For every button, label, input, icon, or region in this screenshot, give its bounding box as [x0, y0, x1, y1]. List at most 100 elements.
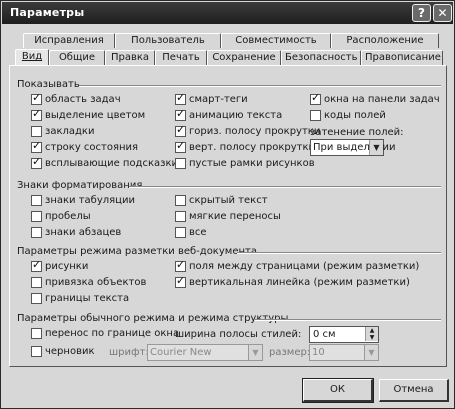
- checkbox-vertical-scrollbar[interactable]: ✓ верт. полосу прокрутки: [175, 140, 316, 155]
- title-bar: Параметры ? ✕: [2, 2, 453, 24]
- tab-location[interactable]: Расположение: [331, 33, 439, 48]
- checkbox-box: ✓: [31, 258, 42, 272]
- tab-spelling[interactable]: Правописание: [361, 50, 443, 65]
- style-area-width-value: 0 см: [313, 329, 336, 340]
- checkbox-label: границы текста: [45, 293, 130, 304]
- checkbox-label: смарт-теги: [189, 94, 248, 105]
- tab-corrections[interactable]: Исправления: [23, 33, 115, 48]
- checkbox-label: закладки: [45, 126, 95, 137]
- check-icon: ✓: [176, 258, 186, 271]
- checkbox-label: коды полей: [324, 110, 386, 121]
- checkbox-vertical-ruler[interactable]: ✓ вертикальная линейка (режим разметки): [175, 275, 410, 290]
- checkbox-draft-font[interactable]: черновик: [31, 346, 95, 359]
- checkbox-hidden-text[interactable]: скрытый текст: [175, 195, 268, 208]
- checkbox-box: ✓: [175, 123, 186, 137]
- tab-print[interactable]: Печать: [155, 50, 207, 65]
- checkbox-tab-characters[interactable]: знаки табуляции: [31, 195, 135, 208]
- tab-compatibility[interactable]: Совместимость: [221, 33, 331, 48]
- checkbox-tooltips[interactable]: ✓ всплывающие подсказки: [31, 155, 178, 171]
- window-title: Параметры: [10, 6, 85, 19]
- check-icon: ✓: [32, 139, 42, 152]
- check-icon: ✓: [32, 155, 42, 168]
- cancel-button[interactable]: Отмена: [379, 379, 449, 402]
- checkbox-box: [310, 110, 321, 121]
- size-select[interactable]: 10 ▼: [309, 344, 379, 361]
- checkbox-label: гориз. полосу прокрутки: [189, 126, 321, 137]
- checkbox-box: [31, 211, 42, 222]
- tab-security[interactable]: Безопасность: [281, 50, 361, 65]
- help-button[interactable]: ?: [412, 4, 431, 22]
- checkbox-label: пустые рамки рисунков: [189, 158, 315, 169]
- checkbox-box: [31, 328, 42, 339]
- checkbox-spaces[interactable]: пробелы: [31, 211, 91, 224]
- checkbox-label: скрытый текст: [189, 195, 268, 206]
- tab-edit[interactable]: Правка: [105, 50, 155, 65]
- chevron-down-icon[interactable]: ▼: [369, 140, 383, 155]
- font-value: Courier New: [150, 347, 212, 358]
- checkbox-label: выделение цветом: [45, 110, 146, 121]
- layout-group-title: Параметры режима разметки веб-документа: [17, 246, 257, 257]
- chevron-down-icon[interactable]: ▼: [364, 345, 378, 360]
- checkbox-text-animation[interactable]: ✓ анимацию текста: [175, 108, 283, 123]
- checkbox-box: [31, 195, 42, 206]
- checkbox-wrap-to-window[interactable]: перенос по границе окна: [31, 328, 179, 341]
- checkbox-box: ✓: [310, 92, 321, 105]
- checkbox-box: ✓: [31, 139, 42, 153]
- font-select[interactable]: Courier New ▼: [147, 344, 263, 361]
- checkbox-label: перенос по границе окна: [45, 328, 180, 339]
- checkbox-field-codes[interactable]: коды полей: [310, 110, 386, 123]
- checkbox-box: [31, 346, 42, 357]
- style-area-width-spinner[interactable]: 0 см ▲ ▼: [309, 326, 379, 343]
- tab-view[interactable]: Вид: [15, 49, 49, 66]
- checkbox-highlight[interactable]: ✓ выделение цветом: [31, 108, 146, 123]
- checkbox-label: поля между страницами (режим разметки): [189, 261, 420, 272]
- field-shading-label: затенение полей:: [310, 127, 404, 138]
- checkbox-label: знаки табуляции: [45, 195, 135, 206]
- formatting-separator: [129, 186, 441, 188]
- checkbox-drawings[interactable]: ✓ рисунки: [31, 258, 88, 274]
- checkbox-bookmarks[interactable]: закладки: [31, 126, 94, 139]
- check-icon: ✓: [32, 258, 42, 271]
- checkbox-label: верт. полосу прокрутки: [189, 142, 316, 153]
- checkbox-object-anchors[interactable]: привязка объектов: [31, 277, 146, 290]
- checkbox-box: ✓: [175, 140, 186, 153]
- checkbox-paragraph-marks[interactable]: знаки абзацев: [31, 227, 121, 240]
- checkbox-box: [31, 227, 42, 238]
- checkbox-box: ✓: [175, 258, 186, 272]
- ok-button[interactable]: ОК: [302, 378, 374, 403]
- checkbox-label: строку состояния: [45, 142, 139, 153]
- checkbox-box: ✓: [31, 91, 42, 105]
- normal-group-title: Параметры обычного режима и режима струк…: [17, 313, 289, 324]
- chevron-down-icon[interactable]: ▼: [248, 345, 262, 360]
- checkbox-status-bar[interactable]: ✓ строку состояния: [31, 139, 139, 155]
- checkbox-white-space-between-pages[interactable]: ✓ поля между страницами (режим разметки): [175, 258, 420, 274]
- tab-user[interactable]: Пользователь: [115, 33, 221, 48]
- checkbox-picture-placeholders[interactable]: пустые рамки рисунков: [175, 158, 315, 171]
- checkbox-box: [175, 211, 186, 222]
- checkbox-label: знаки абзацев: [45, 227, 122, 238]
- check-icon: ✓: [176, 123, 186, 136]
- checkbox-box: ✓: [175, 92, 186, 105]
- tab-general[interactable]: Общие: [49, 50, 105, 65]
- checkbox-text-boundaries[interactable]: границы текста: [31, 293, 129, 306]
- checkbox-all-marks[interactable]: все: [175, 227, 207, 240]
- spin-down-icon[interactable]: ▼: [365, 334, 378, 341]
- spin-up-icon[interactable]: ▲: [365, 327, 378, 334]
- checkbox-label: мягкие переносы: [189, 211, 281, 222]
- checkbox-label: все: [189, 227, 207, 238]
- checkbox-box: [31, 277, 42, 288]
- checkbox-task-pane[interactable]: ✓ область задач: [31, 91, 121, 107]
- checkbox-smart-tags[interactable]: ✓ смарт-теги: [175, 92, 248, 107]
- checkbox-horizontal-scrollbar[interactable]: ✓ гориз. полосу прокрутки: [175, 123, 321, 139]
- close-button[interactable]: ✕: [433, 4, 452, 22]
- options-dialog: Параметры ? ✕ Исправления Пользователь С…: [0, 0, 455, 409]
- checkbox-label: анимацию текста: [189, 110, 283, 121]
- checkbox-optional-hyphens[interactable]: мягкие переносы: [175, 211, 281, 224]
- checkbox-label: окна на панели задач: [324, 94, 440, 105]
- font-label: шрифт:: [109, 347, 149, 358]
- field-shading-select[interactable]: При выделении ▼: [310, 139, 395, 156]
- tab-save[interactable]: Сохранение: [207, 50, 281, 65]
- check-icon: ✓: [32, 91, 42, 104]
- checkbox-windows-in-taskbar[interactable]: ✓ окна на панели задач: [310, 92, 440, 107]
- checkbox-box: ✓: [31, 155, 42, 169]
